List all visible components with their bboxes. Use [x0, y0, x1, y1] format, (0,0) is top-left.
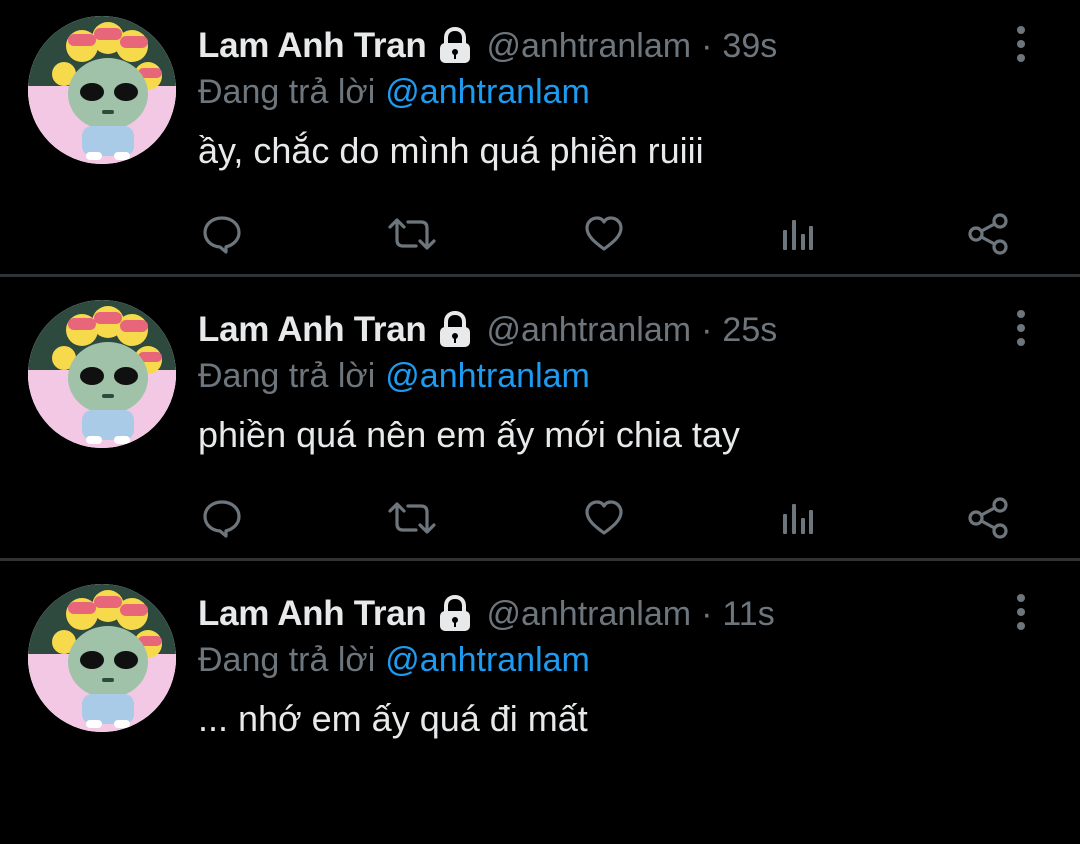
- reply-mention[interactable]: @anhtranlam: [385, 357, 590, 396]
- display-name[interactable]: Lam Anh Tran: [198, 594, 427, 634]
- avatar-illustration: [28, 584, 176, 732]
- timestamp[interactable]: 11s: [722, 595, 774, 634]
- avatar-illustration: [28, 16, 176, 164]
- timestamp[interactable]: 25s: [722, 311, 777, 350]
- more-vertical-icon[interactable]: [1004, 590, 1038, 634]
- avatar-illustration: [28, 300, 176, 448]
- reply-icon: [203, 216, 241, 254]
- reply-mention[interactable]: @anhtranlam: [385, 641, 590, 680]
- tweet-text: ầy, chắc do mình quá phiền ruiii: [198, 130, 704, 171]
- handle[interactable]: @anhtranlam: [486, 311, 691, 350]
- tweet-divider: [0, 274, 1080, 277]
- heart-icon: [585, 216, 623, 251]
- lock-icon: [436, 594, 474, 634]
- retweet-button[interactable]: [384, 490, 440, 546]
- heart-icon: [585, 500, 623, 535]
- reply-mention[interactable]: @anhtranlam: [385, 73, 590, 112]
- avatar[interactable]: [28, 300, 176, 448]
- share-button[interactable]: [960, 206, 1016, 262]
- tweet-header: Lam Anh Tran @anhtranlam · 25s: [198, 308, 777, 352]
- reply-button[interactable]: [194, 490, 250, 546]
- more-vertical-icon[interactable]: [1004, 306, 1038, 350]
- timestamp[interactable]: 39s: [722, 27, 777, 66]
- lock-icon: [436, 26, 474, 66]
- reply-prefix: Đang trả lời: [198, 640, 376, 679]
- avatar[interactable]: [28, 584, 176, 732]
- action-bar: [0, 206, 1080, 262]
- tweet-header: Lam Anh Tran @anhtranlam · 11s: [198, 592, 775, 636]
- handle[interactable]: @anhtranlam: [486, 27, 691, 66]
- share-icon: [968, 213, 1008, 255]
- retweet-icon: [388, 502, 436, 534]
- retweet-icon: [388, 218, 436, 250]
- like-button[interactable]: [576, 490, 632, 546]
- like-button[interactable]: [576, 206, 632, 262]
- analytics-icon: [783, 504, 813, 534]
- reply-button[interactable]: [194, 206, 250, 262]
- reply-context: Đang trả lời @anhtranlam: [198, 70, 590, 114]
- tweet-divider: [0, 558, 1080, 561]
- retweet-button[interactable]: [384, 206, 440, 262]
- analytics-icon: [783, 220, 813, 250]
- display-name[interactable]: Lam Anh Tran: [198, 310, 427, 350]
- tweet[interactable]: Lam Anh Tran @anhtranlam · 25s Đang trả …: [0, 284, 1080, 560]
- reply-context: Đang trả lời @anhtranlam: [198, 638, 590, 682]
- tweet-header: Lam Anh Tran @anhtranlam · 39s: [198, 24, 777, 68]
- action-bar: [0, 490, 1080, 546]
- views-button[interactable]: [768, 206, 824, 262]
- reply-icon: [203, 500, 241, 538]
- lock-icon: [436, 310, 474, 350]
- dot-separator: ·: [701, 310, 713, 349]
- share-icon: [968, 497, 1008, 539]
- tweet-text: phiền quá nên em ấy mới chia tay: [198, 414, 740, 455]
- display-name[interactable]: Lam Anh Tran: [198, 26, 427, 66]
- tweet-text: ... nhớ em ấy quá đi mất: [198, 698, 588, 739]
- views-button[interactable]: [768, 490, 824, 546]
- share-button[interactable]: [960, 490, 1016, 546]
- handle[interactable]: @anhtranlam: [486, 595, 691, 634]
- tweet[interactable]: Lam Anh Tran @anhtranlam · 11s Đang trả …: [0, 568, 1080, 844]
- more-vertical-icon[interactable]: [1004, 22, 1038, 66]
- reply-context: Đang trả lời @anhtranlam: [198, 354, 590, 398]
- avatar[interactable]: [28, 16, 176, 164]
- reply-prefix: Đang trả lời: [198, 72, 376, 111]
- dot-separator: ·: [701, 26, 713, 65]
- dot-separator: ·: [701, 594, 713, 633]
- tweet[interactable]: Lam Anh Tran @anhtranlam · 39s Đang trả …: [0, 0, 1080, 276]
- reply-prefix: Đang trả lời: [198, 356, 376, 395]
